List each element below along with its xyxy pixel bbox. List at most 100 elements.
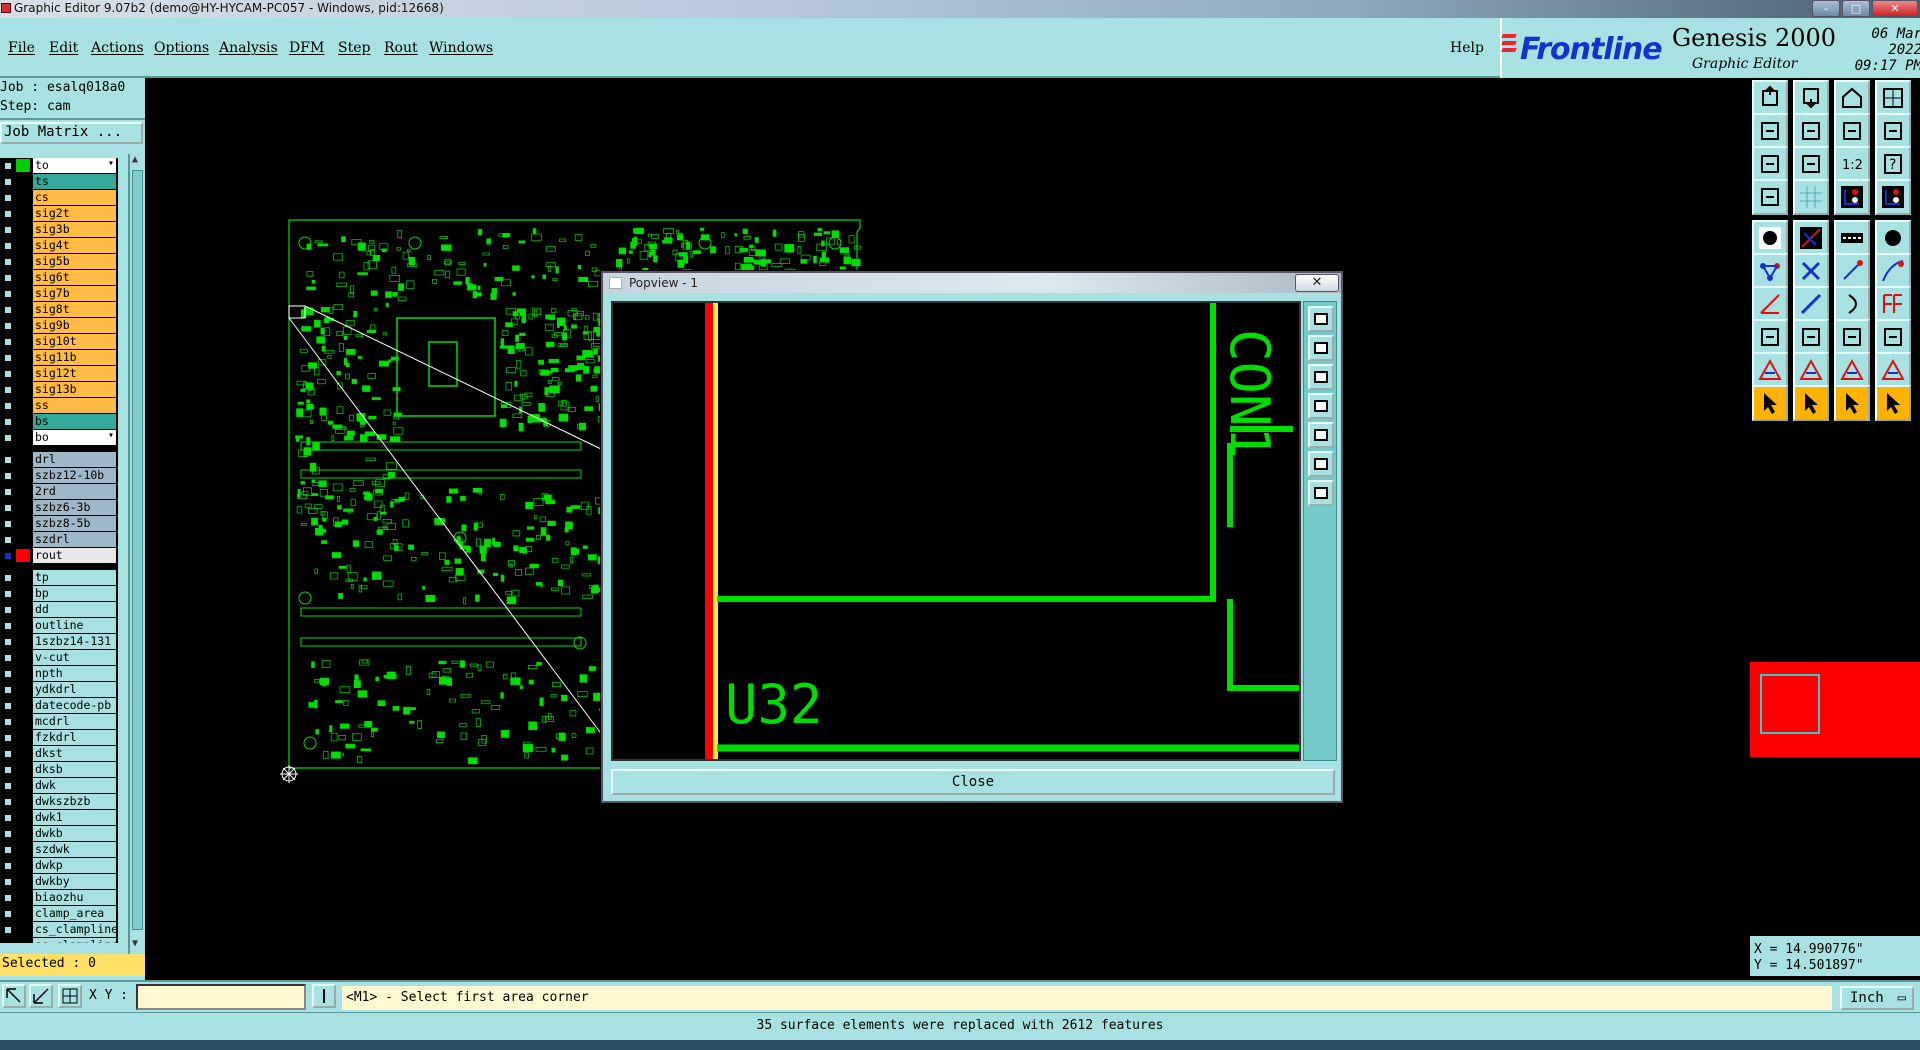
layer-row-to[interactable]: to ▾ xyxy=(0,158,118,173)
layer-name[interactable]: dd xyxy=(33,602,116,617)
layer-color-swatch[interactable] xyxy=(16,415,30,428)
tool-button-center[interactable] xyxy=(1793,146,1829,182)
layer-name[interactable]: szdwk xyxy=(33,842,116,857)
layer-checkbox[interactable] xyxy=(3,829,13,839)
tool-button-snap-grid[interactable] xyxy=(1875,179,1911,215)
layer-row-v-cut[interactable]: v-cut xyxy=(0,650,118,665)
layer-color-swatch[interactable] xyxy=(16,875,30,888)
info-button[interactable] xyxy=(312,984,336,1008)
layer-row-sig4t[interactable]: sig4t xyxy=(0,238,118,253)
layer-color-swatch[interactable] xyxy=(16,699,30,712)
layer-checkbox[interactable] xyxy=(3,209,13,219)
layer-color-swatch[interactable] xyxy=(16,191,30,204)
tool-button-snap-pad[interactable] xyxy=(1834,179,1870,215)
layer-name[interactable]: 1szbz14-131 xyxy=(33,634,116,649)
tool-button-triangle[interactable] xyxy=(1752,352,1788,388)
layer-scrollbar[interactable]: ▲ ▼ xyxy=(128,154,145,954)
layer-name[interactable]: drl xyxy=(33,452,116,467)
popview-tool-1[interactable] xyxy=(1308,335,1334,361)
layer-row-1szbz14-131[interactable]: 1szbz14-131 xyxy=(0,634,118,649)
layer-checkbox[interactable] xyxy=(3,797,13,807)
layer-checkbox[interactable] xyxy=(3,225,13,235)
layer-color-swatch[interactable] xyxy=(16,517,30,530)
layer-row-ts[interactable]: ts xyxy=(0,174,118,189)
layer-name[interactable]: datecode-pb xyxy=(33,698,116,713)
layer-color-swatch[interactable] xyxy=(16,367,30,380)
layer-name[interactable]: dwk xyxy=(33,778,116,793)
layer-checkbox[interactable] xyxy=(3,353,13,363)
menu-file[interactable]: File xyxy=(8,40,35,56)
tool-button-line-add[interactable] xyxy=(1793,319,1829,355)
layer-row-szdwk[interactable]: szdwk xyxy=(0,842,118,857)
layer-checkbox[interactable] xyxy=(3,893,13,903)
layer-color-swatch[interactable] xyxy=(16,859,30,872)
select-tool-button[interactable] xyxy=(2,984,26,1008)
tool-button-triangle-b[interactable] xyxy=(1834,352,1870,388)
layer-checkbox[interactable] xyxy=(3,909,13,919)
layer-name[interactable]: dwkb xyxy=(33,826,116,841)
layer-checkbox[interactable] xyxy=(3,781,13,791)
layer-checkbox[interactable] xyxy=(3,433,13,443)
layer-name[interactable]: dksb xyxy=(33,762,116,777)
layer-checkbox[interactable] xyxy=(3,385,13,395)
layer-row-ss[interactable]: ss xyxy=(0,398,118,413)
layer-color-swatch[interactable] xyxy=(16,239,30,252)
layer-color-swatch[interactable] xyxy=(16,501,30,514)
tool-button-redraw[interactable] xyxy=(1875,113,1911,149)
layer-name[interactable]: sig2t xyxy=(33,206,116,221)
layer-color-swatch[interactable] xyxy=(16,175,30,188)
menu-edit[interactable]: Edit xyxy=(49,40,78,56)
layer-name[interactable]: cs_clampline xyxy=(33,922,116,937)
layer-name[interactable]: 2rd xyxy=(33,484,116,499)
tool-button-curve[interactable] xyxy=(1834,286,1870,322)
layer-menu-icon[interactable]: ▾ xyxy=(108,430,114,441)
layer-name[interactable]: to xyxy=(33,158,116,173)
layer-name[interactable]: sig10t xyxy=(33,334,116,349)
layer-name[interactable]: szbz8-5b xyxy=(33,516,116,531)
layer-color-swatch[interactable] xyxy=(16,907,30,920)
layer-row-sig2t[interactable]: sig2t xyxy=(0,206,118,221)
layer-row-datecode-pb[interactable]: datecode-pb xyxy=(0,698,118,713)
layer-color-swatch[interactable] xyxy=(16,747,30,760)
layer-checkbox[interactable] xyxy=(3,589,13,599)
layer-color-swatch[interactable] xyxy=(16,207,30,220)
layer-row-sig9b[interactable]: sig9b xyxy=(0,318,118,333)
layer-checkbox[interactable] xyxy=(3,257,13,267)
layer-row-npth[interactable]: npth xyxy=(0,666,118,681)
tool-button-arc[interactable] xyxy=(1834,253,1870,289)
layer-checkbox[interactable] xyxy=(3,573,13,583)
layer-color-swatch[interactable] xyxy=(16,399,30,412)
layer-name[interactable]: szdrl xyxy=(33,532,116,547)
layer-name[interactable]: dwkp xyxy=(33,858,116,873)
layer-name[interactable]: v-cut xyxy=(33,650,116,665)
layer-checkbox[interactable] xyxy=(3,161,13,171)
layer-name[interactable]: mcdrl xyxy=(33,714,116,729)
tool-button-window[interactable] xyxy=(1875,80,1911,116)
layer-checkbox[interactable] xyxy=(3,289,13,299)
layer-row-sig12t[interactable]: sig12t xyxy=(0,366,118,381)
layer-checkbox[interactable] xyxy=(3,621,13,631)
layer-row-szbz12-10b[interactable]: szbz12-10b xyxy=(0,468,118,483)
layer-color-swatch[interactable] xyxy=(16,683,30,696)
popview-dialog[interactable]: Popview - 1 ✕ U32 CON1 Close xyxy=(601,271,1343,803)
tool-button-arc-end[interactable] xyxy=(1875,253,1911,289)
layer-name[interactable]: sig8t xyxy=(33,302,116,317)
layer-row-sig11b[interactable]: sig11b xyxy=(0,350,118,365)
tool-button-triangle-c[interactable] xyxy=(1875,352,1911,388)
layer-name[interactable]: dwkszbzb xyxy=(33,794,116,809)
tool-button-home[interactable] xyxy=(1834,80,1870,116)
layer-color-swatch[interactable] xyxy=(16,571,30,584)
overview-view-frame[interactable] xyxy=(1760,674,1820,734)
popview-tool-3[interactable] xyxy=(1308,393,1334,419)
job-matrix-button[interactable]: Job Matrix ... xyxy=(0,122,143,144)
tool-button-angle[interactable] xyxy=(1752,286,1788,322)
layer-checkbox[interactable] xyxy=(3,177,13,187)
minimize-button[interactable]: – xyxy=(1812,0,1840,17)
layer-color-swatch[interactable] xyxy=(16,453,30,466)
layer-color-swatch[interactable] xyxy=(16,811,30,824)
layer-color-swatch[interactable] xyxy=(16,635,30,648)
scroll-thumb[interactable] xyxy=(132,170,143,930)
layer-row-fzkdrl[interactable]: fzkdrl xyxy=(0,730,118,745)
layer-color-swatch[interactable] xyxy=(16,667,30,680)
layer-color-swatch[interactable] xyxy=(16,335,30,348)
